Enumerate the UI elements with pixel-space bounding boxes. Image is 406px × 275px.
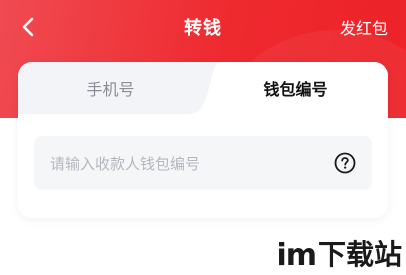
wallet-id-input[interactable]: 请输入收款人钱包编号: [34, 136, 372, 190]
tab-phone-number[interactable]: 手机号: [18, 62, 203, 114]
wallet-id-placeholder: 请输入收款人钱包编号: [50, 154, 201, 173]
transfer-card: 手机号 钱包编号 请输入收款人钱包编号: [18, 62, 388, 218]
tab-wallet-id[interactable]: 钱包编号: [203, 62, 388, 114]
question-circle-icon[interactable]: [334, 152, 356, 174]
send-red-packet-button[interactable]: 发红包: [340, 15, 388, 39]
navbar: 转钱 发红包: [0, 0, 406, 54]
watermark-latin: im: [276, 238, 317, 273]
site-watermark: im 下载站: [276, 233, 402, 273]
transfer-screen: 转钱 发红包 手机号 钱包编号 请输入收款人钱包编号 im 下载站: [0, 0, 406, 275]
tab-bar: 手机号 钱包编号: [18, 62, 388, 114]
watermark-chinese: 下载站: [317, 238, 402, 271]
